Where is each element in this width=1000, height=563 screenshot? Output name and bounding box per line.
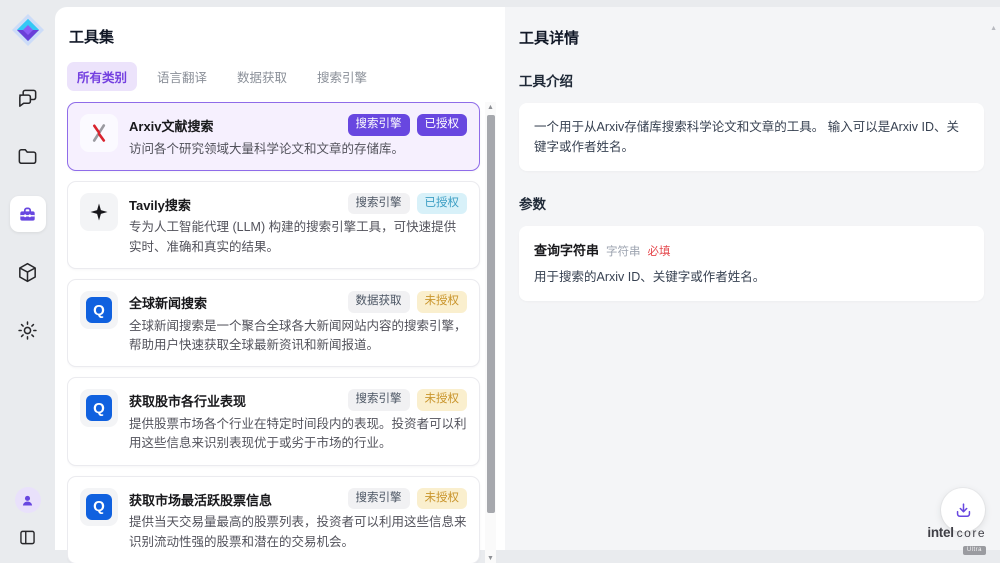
collapse-panel-icon[interactable]	[17, 527, 38, 553]
tool-description: 访问各个研究领域大量科学论文和文章的存储库。	[129, 140, 467, 159]
tool-card-most-active-stocks[interactable]: Q 获取市场最活跃股票信息 搜索引擎 未授权 提供当天交易量最高的股票列表，投资…	[67, 476, 480, 563]
tavily-star-icon	[80, 193, 118, 231]
user-avatar[interactable]	[15, 487, 41, 513]
auth-status-badge: 已授权	[417, 193, 468, 215]
folder-icon[interactable]	[10, 138, 46, 174]
news-q-icon: Q	[80, 488, 118, 526]
category-badge: 搜索引擎	[348, 114, 410, 136]
category-badge: 搜索引擎	[348, 389, 410, 411]
auth-status-badge: 未授权	[417, 488, 468, 510]
category-badge: 数据获取	[348, 291, 410, 313]
intel-core-logo: intel core Ultra	[927, 526, 986, 556]
category-badge: 搜索引擎	[348, 193, 410, 215]
intro-heading: 工具介绍	[519, 70, 984, 90]
auth-status-badge: 未授权	[417, 389, 468, 411]
toolbox-icon[interactable]	[10, 196, 46, 232]
list-scrollbar[interactable]: ▲ ▼	[485, 102, 496, 563]
chat-icon[interactable]	[10, 80, 46, 116]
intro-card: 一个用于从Arxiv存储库搜索科学论文和文章的工具。 输入可以是Arxiv ID…	[519, 103, 984, 171]
auth-status-badge: 已授权	[417, 114, 468, 136]
tool-card-arxiv[interactable]: Arxiv文献搜索 搜索引擎 已授权 访问各个研究领域大量科学论文和文章的存储库…	[67, 102, 480, 171]
tab-search-engine[interactable]: 搜索引擎	[307, 62, 377, 91]
gear-icon[interactable]	[10, 312, 46, 348]
sidebar-bottom	[0, 487, 55, 553]
cube-icon[interactable]	[10, 254, 46, 290]
tool-name: Tavily搜索	[129, 193, 191, 214]
tool-list: Arxiv文献搜索 搜索引擎 已授权 访问各个研究领域大量科学论文和文章的存储库…	[67, 102, 497, 563]
params-heading: 参数	[519, 193, 984, 213]
ultra-badge: Ultra	[963, 546, 986, 555]
category-tabs: 所有类别 语言翻译 数据获取 搜索引擎	[67, 62, 505, 91]
page-title: 工具集	[67, 26, 505, 47]
tool-name: 获取股市各行业表现	[129, 389, 246, 410]
news-q-icon: Q	[80, 389, 118, 427]
tool-description: 全球新闻搜索是一个聚合全球各大新闻网站内容的搜索引擎，帮助用户快速获取全球最新资…	[129, 317, 467, 356]
app-logo-icon[interactable]	[10, 12, 46, 48]
param-type: 字符串	[606, 243, 641, 259]
app-window: 工具集 所有类别 语言翻译 数据获取 搜索引擎	[0, 0, 1000, 563]
scroll-up-arrow[interactable]: ▲	[485, 102, 496, 113]
param-required-flag: 必填	[648, 243, 671, 259]
scrollbar-thumb[interactable]	[487, 115, 495, 513]
tool-detail-panel: 工具详情 工具介绍 一个用于从Arxiv存储库搜索科学论文和文章的工具。 输入可…	[505, 7, 1000, 550]
auth-status-badge: 未授权	[417, 291, 468, 313]
tab-language-translation[interactable]: 语言翻译	[147, 62, 217, 91]
param-card: 查询字符串 字符串 必填 用于搜索的Arxiv ID、关键字或作者姓名。	[519, 226, 984, 301]
tool-name: Arxiv文献搜索	[129, 114, 214, 135]
tool-list-panel: 工具集 所有类别 语言翻译 数据获取 搜索引擎	[55, 7, 505, 550]
core-wordmark: core	[957, 527, 986, 539]
tool-description: 专为人工智能代理 (LLM) 构建的搜索引擎工具，可快速提供实时、准确和真实的结…	[129, 218, 467, 257]
scroll-down-arrow[interactable]: ▼	[485, 553, 496, 563]
detail-scroll-hint: ▲	[990, 25, 997, 32]
tool-name: 全球新闻搜索	[129, 291, 207, 312]
tool-card-tavily[interactable]: Tavily搜索 搜索引擎 已授权 专为人工智能代理 (LLM) 构建的搜索引擎…	[67, 181, 480, 269]
sidebar-nav	[10, 80, 46, 348]
arxiv-logo-icon	[80, 114, 118, 152]
category-badge: 搜索引擎	[348, 488, 410, 510]
param-description: 用于搜索的Arxiv ID、关键字或作者姓名。	[534, 268, 969, 287]
detail-title: 工具详情	[519, 27, 984, 48]
news-q-icon: Q	[80, 291, 118, 329]
tool-description: 提供当天交易量最高的股票列表，投资者可以利用这些信息来识别流动性强的股票和潜在的…	[129, 513, 467, 552]
tool-card-global-news[interactable]: Q 全球新闻搜索 数据获取 未授权 全球新闻搜索是一个聚合全球各大新闻网站内容的…	[67, 279, 480, 367]
tool-card-sector-performance[interactable]: Q 获取股市各行业表现 搜索引擎 未授权 提供股票市场各个行业在特定时间段内的表…	[67, 377, 480, 465]
intro-text: 一个用于从Arxiv存储库搜索科学论文和文章的工具。 输入可以是Arxiv ID…	[534, 117, 969, 157]
intel-wordmark: intel	[927, 526, 953, 540]
tab-data-fetch[interactable]: 数据获取	[227, 62, 297, 91]
sidebar	[0, 0, 55, 563]
param-name: 查询字符串	[534, 240, 599, 259]
tool-name: 获取市场最活跃股票信息	[129, 488, 272, 509]
tool-description: 提供股票市场各个行业在特定时间段内的表现。投资者可以利用这些信息来识别表现优于或…	[129, 415, 467, 454]
tab-all-categories[interactable]: 所有类别	[67, 62, 137, 91]
